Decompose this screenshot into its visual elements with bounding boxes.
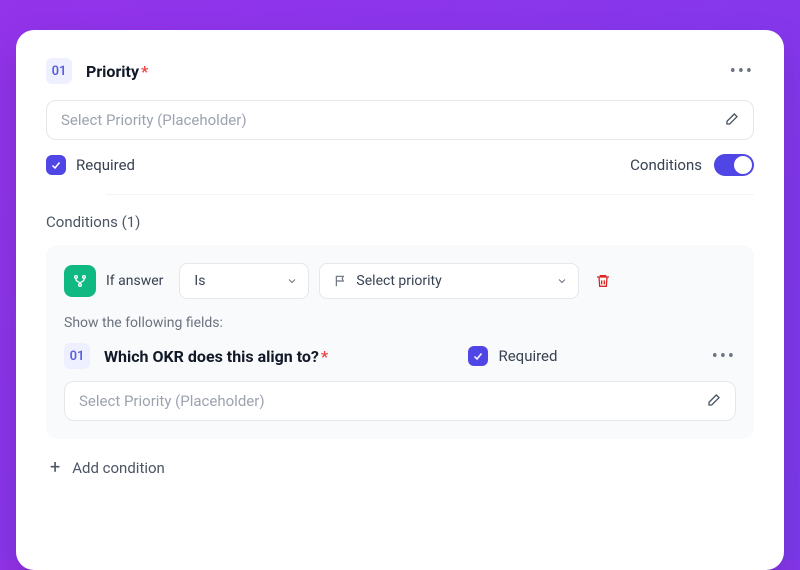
if-answer-label: If answer bbox=[106, 273, 163, 289]
branch-icon bbox=[64, 265, 96, 297]
sub-required-group: Required bbox=[468, 346, 557, 366]
required-asterisk: * bbox=[141, 62, 148, 81]
flag-icon bbox=[334, 274, 348, 288]
required-checkbox[interactable] bbox=[46, 155, 66, 175]
condition-block: If answer Is Select priority Show th bbox=[46, 245, 754, 439]
chevron-down-icon bbox=[276, 275, 298, 287]
sub-required-label: Required bbox=[498, 347, 557, 365]
conditions-toggle[interactable] bbox=[714, 154, 754, 176]
priority-select[interactable]: Select Priority (Placeholder) bbox=[46, 100, 754, 140]
field-number-badge: 01 bbox=[46, 58, 72, 84]
value-placeholder: Select priority bbox=[356, 273, 441, 289]
conditions-label: Conditions bbox=[630, 156, 702, 174]
edit-icon[interactable] bbox=[705, 393, 721, 409]
divider bbox=[106, 194, 754, 195]
conditions-heading: Conditions (1) bbox=[46, 213, 754, 231]
condition-row: If answer Is Select priority bbox=[64, 263, 736, 299]
field-header: 01 Priority* ••• bbox=[46, 58, 754, 84]
field-more-icon[interactable]: ••• bbox=[730, 61, 754, 82]
required-label: Required bbox=[76, 156, 135, 174]
show-fields-label: Show the following fields: bbox=[64, 315, 736, 331]
field-title-text: Priority bbox=[86, 62, 139, 81]
value-select[interactable]: Select priority bbox=[319, 263, 579, 299]
sub-priority-select[interactable]: Select Priority (Placeholder) bbox=[64, 381, 736, 421]
sub-required-checkbox[interactable] bbox=[468, 346, 488, 366]
priority-select-placeholder: Select Priority (Placeholder) bbox=[61, 111, 247, 129]
required-asterisk: * bbox=[321, 347, 328, 366]
sub-field-title-text: Which OKR does this align to? bbox=[104, 347, 319, 366]
edit-icon[interactable] bbox=[723, 112, 739, 128]
sub-field-row: 01 Which OKR does this align to?* Requir… bbox=[64, 343, 736, 369]
chevron-down-icon bbox=[546, 275, 568, 287]
field-title: Priority* bbox=[86, 62, 148, 81]
sub-field-number-badge: 01 bbox=[64, 343, 90, 369]
form-card: 01 Priority* ••• Select Priority (Placeh… bbox=[16, 30, 784, 570]
add-condition-button[interactable]: + Add condition bbox=[46, 457, 754, 478]
operator-select[interactable]: Is bbox=[179, 263, 309, 299]
add-condition-label: Add condition bbox=[72, 459, 165, 477]
sub-priority-placeholder: Select Priority (Placeholder) bbox=[79, 392, 265, 410]
plus-icon: + bbox=[50, 457, 60, 478]
delete-condition-button[interactable] bbox=[595, 273, 611, 289]
field-meta-row: Required Conditions bbox=[46, 154, 754, 176]
operator-value: Is bbox=[194, 273, 205, 289]
sub-field-more-icon[interactable]: ••• bbox=[712, 346, 736, 367]
sub-field-title: Which OKR does this align to?* bbox=[104, 347, 328, 366]
